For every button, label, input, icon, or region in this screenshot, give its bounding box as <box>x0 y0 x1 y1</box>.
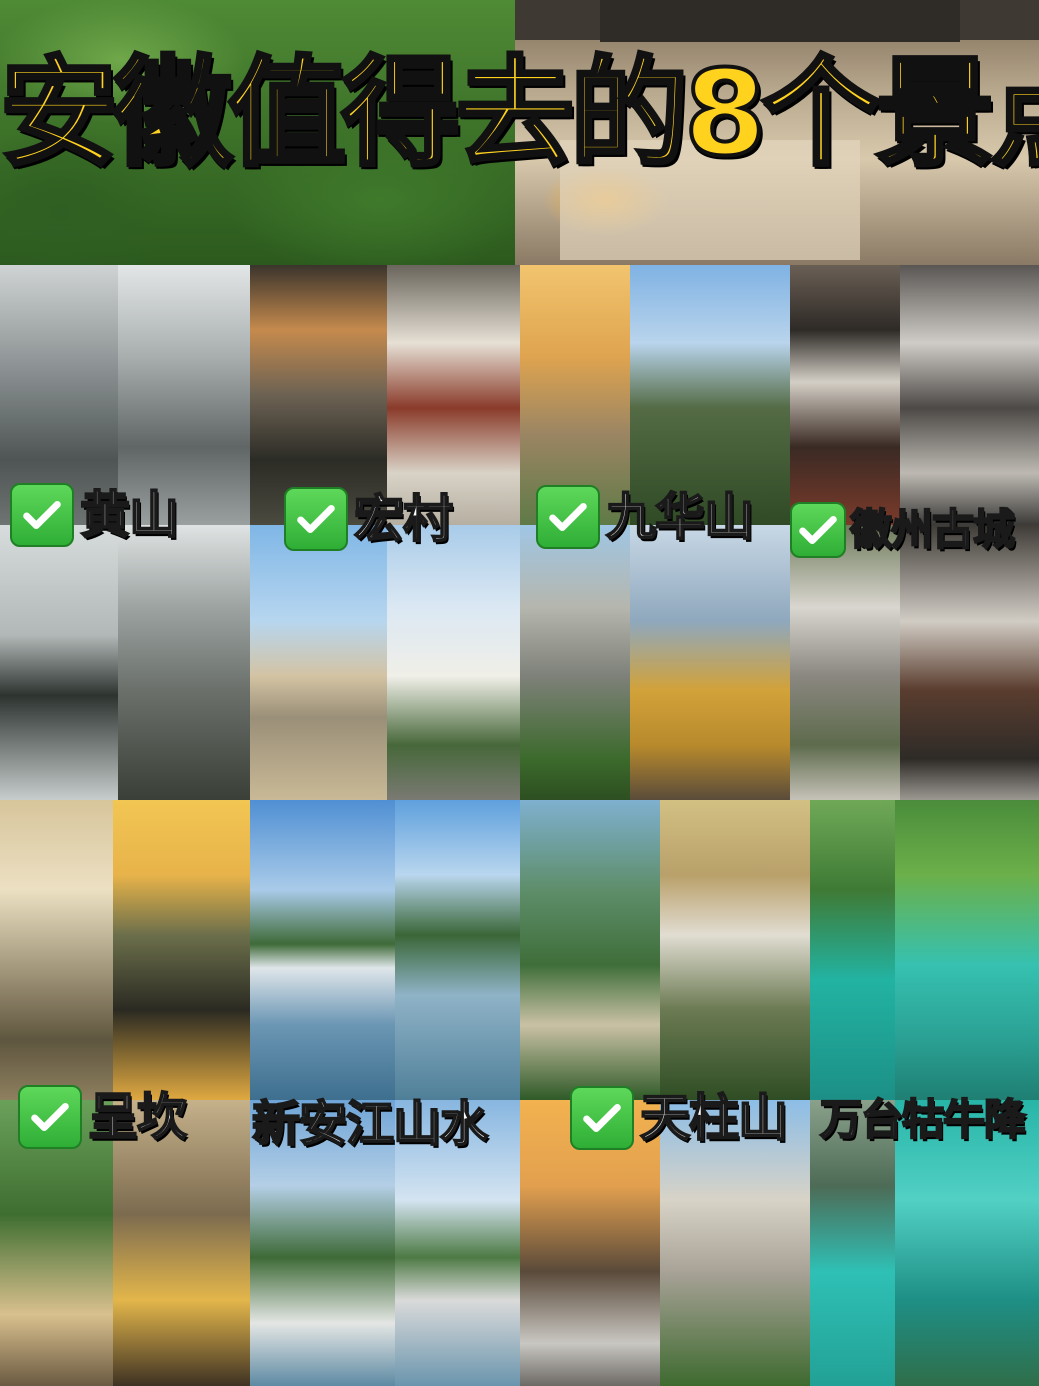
spot-tile-xinanjiang: 新安江山水 <box>250 800 520 1386</box>
photo-archway <box>900 525 1039 800</box>
photo-yellow-temple <box>630 525 790 800</box>
spot-name: 九华山 <box>605 487 755 547</box>
page-title: 安徽值得去的8个景点 <box>0 48 1039 178</box>
spot-name: 黄山 <box>79 485 180 545</box>
photo-stone-pillar <box>520 800 660 1100</box>
spot-label-guniujiang: 万台牯牛降 <box>819 1090 1027 1150</box>
spot-label-tianzhushan: 天柱山 <box>570 1086 789 1150</box>
photo-bamboo-raft <box>895 800 1039 1100</box>
spot-name: 天柱山 <box>639 1088 789 1148</box>
check-icon <box>284 487 348 551</box>
spot-tile-chengkan: 呈坎 <box>0 800 250 1386</box>
header-banner: 安徽值得去的8个景点 <box>0 0 1039 265</box>
photo-hui-houses-lake <box>250 525 387 800</box>
spot-tile-tianzhushan: 天柱山 <box>520 800 810 1386</box>
check-icon <box>570 1086 634 1150</box>
check-icon <box>10 483 74 547</box>
poster: 安徽值得去的8个景点 黄山 宏村 九华山 徽州古城 呈坎 新安江山水 天柱山 万… <box>0 0 1039 1386</box>
spot-label-xinanjiang: 新安江山水 <box>251 1094 489 1154</box>
photo-old-town-streets <box>790 525 900 800</box>
photo-city-gate-tower <box>790 265 900 525</box>
photo-cloud-sea <box>660 800 810 1100</box>
spot-name: 宏村 <box>353 489 454 549</box>
photo-rock-spire <box>520 525 630 800</box>
spot-tile-jiuhuashan: 九华山 <box>520 265 790 800</box>
photo-lake-reflection-night <box>250 265 387 525</box>
check-icon <box>536 485 600 549</box>
photo-sea-of-clouds <box>0 525 118 800</box>
photo-moon-gate-wall <box>0 800 113 1100</box>
spot-tile-huizhou-old-town: 徽州古城 <box>790 265 1039 800</box>
photo-pine-cliff <box>118 525 250 800</box>
spot-tile-huangshan: 黄山 <box>0 265 250 800</box>
photo-river-village <box>250 800 395 1100</box>
spot-label-hongcun: 宏村 <box>284 487 454 551</box>
photo-aerial-rooftops <box>900 265 1039 525</box>
spot-name: 徽州古城 <box>849 504 1016 555</box>
spot-tile-guniujiang: 万台牯牛降 <box>810 800 1039 1386</box>
spot-label-huangshan: 黄山 <box>10 483 180 547</box>
spot-label-huizhou-old-town: 徽州古城 <box>790 500 1016 560</box>
photo-white-walls <box>387 525 520 800</box>
spot-label-jiuhuashan: 九华山 <box>536 485 755 549</box>
spot-name: 新安江山水 <box>251 1095 489 1153</box>
photo-lantern-doorway <box>387 265 520 525</box>
spot-name: 万台牯牛降 <box>819 1094 1027 1145</box>
header-photo-roof <box>600 0 960 42</box>
photo-forest-pool <box>810 800 895 1100</box>
check-icon <box>18 1085 82 1149</box>
spot-label-chengkan: 呈坎 <box>18 1085 188 1149</box>
photo-green-river <box>395 800 520 1100</box>
spot-tile-hongcun: 宏村 <box>250 265 520 800</box>
photo-village-dusk-reflection <box>113 800 250 1100</box>
spot-name: 呈坎 <box>87 1087 188 1147</box>
check-icon <box>790 502 846 558</box>
spots-mosaic: 黄山 宏村 九华山 徽州古城 呈坎 新安江山水 天柱山 万台牯牛降 <box>0 265 1039 1386</box>
